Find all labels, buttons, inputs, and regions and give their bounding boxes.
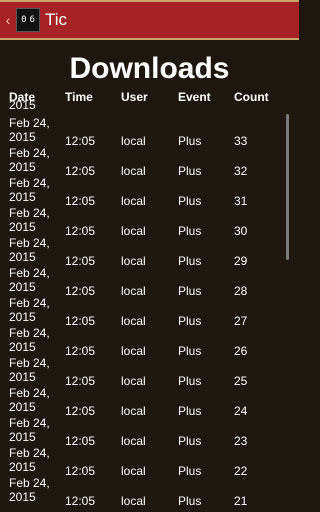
column-header-count: Count xyxy=(234,90,269,104)
app-icon-digit: 0 xyxy=(21,15,27,25)
date-cell: Feb 24, 2015 xyxy=(9,206,50,234)
date-cell: Feb 24, 2015 xyxy=(9,146,50,174)
scrollbar[interactable] xyxy=(286,114,289,260)
table-row[interactable]: Feb 24, 2015 12:05 local Plus 23 xyxy=(0,416,299,448)
app-bar: ‹ 0 6 Tic xyxy=(0,0,299,40)
column-header-user: User xyxy=(121,90,148,104)
table-row[interactable]: Feb 24, 2015 12:05 local Plus 28 xyxy=(0,266,299,298)
date-cell: Feb 24, 2015 xyxy=(9,176,50,204)
table-row[interactable]: Feb 24, 2015 12:05 local Plus 33 xyxy=(0,116,299,148)
back-chevron-icon[interactable]: ‹ xyxy=(2,13,14,27)
time-cell: 12:05 xyxy=(65,494,96,508)
table-row[interactable]: Feb 24, 2015 12:05 local Plus 25 xyxy=(0,356,299,388)
table-row[interactable]: Feb 24, 2015 12:05 local Plus 32 xyxy=(0,146,299,178)
user-cell: local xyxy=(121,494,146,508)
count-cell: 21 xyxy=(234,494,248,508)
app-title: Tic xyxy=(45,10,68,29)
date-cell: Feb 24, 2015 xyxy=(9,356,50,384)
table-row[interactable]: Feb 24, 2015 12:05 local Plus 26 xyxy=(0,326,299,358)
date-cell: Feb 24, 2015 xyxy=(9,386,50,414)
date-cell: Feb 24, 2015 xyxy=(9,236,50,264)
column-header-time: Time xyxy=(65,90,93,104)
page-title: Downloads xyxy=(69,52,230,85)
downloads-list[interactable]: 2015 Feb 24, 2015 12:05 local Plus 33 Feb 24, 2… xyxy=(0,98,299,512)
date-cell: Feb 24, 2015 xyxy=(9,476,50,504)
table-row[interactable]: Feb 24, 2015 12:05 local Plus 22 xyxy=(0,446,299,478)
date-cell: Feb 24, 2015 xyxy=(9,296,50,324)
column-header-event: Event xyxy=(178,90,211,104)
app-icon[interactable]: 0 6 xyxy=(16,8,40,32)
column-header-date: Date xyxy=(9,90,36,104)
table-row[interactable]: Feb 24, 2015 12:05 local Plus 24 xyxy=(0,386,299,418)
date-cell: Feb 24, 2015 xyxy=(9,326,50,354)
table-row[interactable]: Feb 24, 2015 12:05 local Plus 27 xyxy=(0,296,299,328)
table-row[interactable]: Feb 24, 2015 12:05 local Plus 30 xyxy=(0,206,299,238)
table-header: Date Time User Event Count xyxy=(0,90,299,106)
date-cell: Feb 24, 2015 xyxy=(9,266,50,294)
table-row[interactable]: Feb 24, 2015 12:05 local Plus 29 xyxy=(0,236,299,268)
date-cell: Feb 24, 2015 xyxy=(9,116,50,144)
table-row[interactable]: Feb 24, 2015 12:05 local Plus 31 xyxy=(0,176,299,208)
date-cell: Feb 24, 2015 xyxy=(9,446,50,474)
date-cell: Feb 24, 2015 xyxy=(9,416,50,444)
table-row[interactable]: Feb 24, 2015 12:05 local Plus 21 xyxy=(0,476,299,508)
app-icon-digit: 6 xyxy=(29,15,35,25)
event-cell: Plus xyxy=(178,494,202,508)
